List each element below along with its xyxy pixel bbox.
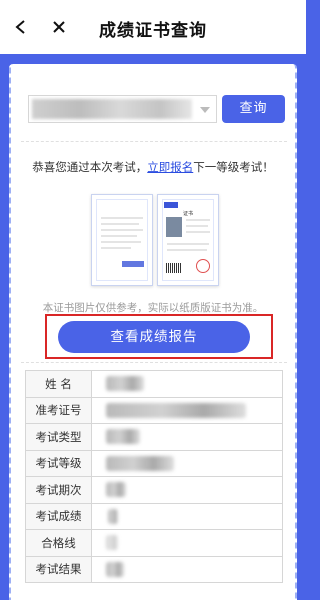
- certificate-notice: 本证书图片仅供参考，实际以纸质版证书为准。: [42, 302, 264, 314]
- divider: [21, 362, 287, 363]
- certificate-photo: [166, 217, 182, 237]
- row-value-ticket-number: [91, 396, 283, 424]
- certificate-text-line: [101, 223, 139, 225]
- row-label-exam-level: 考试等级: [25, 449, 92, 477]
- row-label-ticket-number: 准考证号: [25, 396, 92, 424]
- top-navigation-bar: 成绩证书查询: [0, 0, 306, 54]
- certificate-title: 证书: [182, 211, 193, 217]
- certificate-text-line: [101, 241, 141, 243]
- row-label-exam-type: 考试类型: [25, 423, 92, 451]
- row-label-exam-result: 考试结果: [25, 555, 92, 583]
- row-label-name: 姓 名: [25, 370, 92, 398]
- certificate-text-line: [186, 225, 208, 227]
- row-value-passing-line: [91, 529, 283, 557]
- barcode-icon: [166, 263, 182, 273]
- certificate-text-line: [101, 229, 143, 231]
- exam-select-dropdown[interactable]: [28, 95, 217, 123]
- table-row: 考试等级: [25, 449, 283, 477]
- chevron-down-icon: [200, 107, 210, 113]
- redacted-selected-value: [32, 99, 192, 119]
- row-label-exam-score: 考试成绩: [25, 502, 92, 530]
- row-value-exam-type: [91, 423, 283, 451]
- certificate-text-line: [101, 235, 137, 237]
- register-now-link[interactable]: 立即报名: [147, 160, 193, 174]
- seal-stamp-icon: [196, 259, 210, 273]
- table-row: 合格线: [25, 529, 283, 557]
- query-button[interactable]: 查询: [222, 95, 285, 123]
- table-row: 准考证号: [25, 396, 283, 424]
- certificate-text-line: [101, 247, 131, 249]
- table-row: 姓 名: [25, 370, 283, 398]
- header-accent-band: [0, 54, 306, 64]
- table-row: 考试类型: [25, 423, 283, 451]
- certificate-text-line: [101, 217, 143, 219]
- table-row: 考试期次: [25, 476, 283, 504]
- certificate-thumbnail-front[interactable]: [91, 194, 153, 286]
- divider: [21, 141, 287, 142]
- congrats-message: 恭喜您通过本次考试，立即报名下一等级考试！: [11, 159, 295, 175]
- highlight-annotation-box: [45, 314, 273, 359]
- row-label-passing-line: 合格线: [25, 529, 92, 557]
- page-title: 成绩证书查询: [99, 21, 207, 41]
- row-label-exam-session: 考试期次: [25, 476, 92, 504]
- certificate-text-line: [186, 231, 210, 233]
- certificate-text-line: [167, 243, 209, 245]
- congrats-text: 恭喜您通过本次考试，: [32, 160, 148, 174]
- score-info-table: 姓 名 准考证号 考试类型 考试等级 考试期次 考试成绩 合格线 考试结果: [25, 370, 283, 583]
- table-row: 考试成绩: [25, 502, 283, 530]
- row-value-exam-session: [91, 476, 283, 504]
- certificate-text-line: [167, 249, 207, 251]
- ksoft-logo-icon: [164, 202, 178, 208]
- row-value-exam-result: [91, 555, 283, 583]
- certificate-thumbnail-back[interactable]: 证书: [157, 194, 219, 286]
- row-value-exam-score: [91, 502, 283, 530]
- certificate-logo-icon: [122, 261, 144, 267]
- certificate-text-line: [186, 219, 210, 221]
- row-value-name: [91, 370, 283, 398]
- table-row: 考试结果: [25, 555, 283, 583]
- row-value-exam-level: [91, 449, 283, 477]
- congrats-suffix: 下一等级考试！: [193, 160, 274, 174]
- result-card: 查询 恭喜您通过本次考试，立即报名下一等级考试！ 证书 本证书图片仅供参考，实际…: [9, 64, 297, 600]
